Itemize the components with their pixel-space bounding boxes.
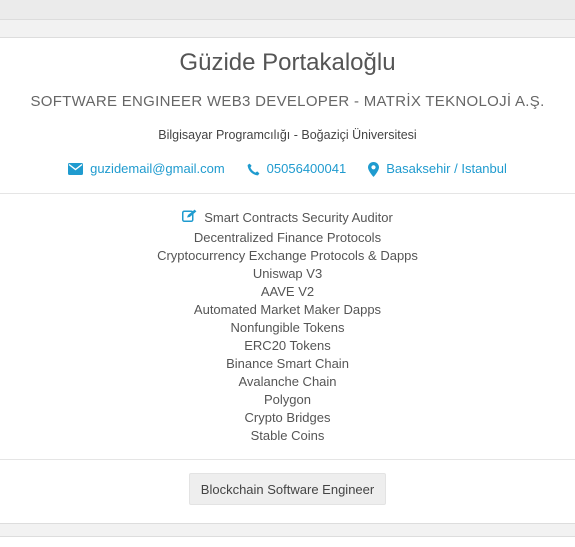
role-section: Blockchain Software Engineer: [0, 460, 575, 505]
role-button[interactable]: Blockchain Software Engineer: [188, 473, 387, 505]
next-card-edge: [0, 536, 575, 547]
skill-item: Automated Market Maker Dapps: [193, 302, 382, 317]
profile-title: SOFTWARE ENGINEER WEB3 DEVELOPER - MATRİ…: [30, 93, 545, 110]
contact-location-text: Basaksehir / Istanbul: [386, 161, 507, 176]
edit-icon: [182, 209, 197, 227]
contact-bar: guzidemail@gmail.com 05056400041 Basakse…: [0, 160, 575, 178]
phone-icon: [247, 163, 260, 176]
profile-header: Güzide Portakaloğlu SOFTWARE ENGINEER WE…: [0, 38, 575, 194]
profile-name: Güzide Portakaloğlu: [179, 49, 396, 76]
contact-phone-link[interactable]: 05056400041: [247, 160, 347, 178]
skill-item: Avalanche Chain: [238, 374, 337, 389]
skill-item: Polygon: [264, 392, 311, 407]
skills-section: Smart Contracts Security Auditor Decentr…: [0, 194, 575, 460]
skill-item: Binance Smart Chain: [226, 356, 349, 371]
contact-phone-text: 05056400041: [266, 161, 347, 176]
profile-education: Bilgisayar Programcılığı - Boğaziçi Üniv…: [158, 128, 417, 142]
skill-item: Uniswap V3: [252, 266, 323, 281]
skills-list: Decentralized Finance Protocols Cryptocu…: [0, 229, 575, 445]
map-marker-icon: [368, 161, 380, 177]
skill-item: AAVE V2: [260, 284, 315, 299]
skills-heading: Smart Contracts Security Auditor: [182, 209, 393, 227]
skill-item: Cryptocurrency Exchange Protocols & Dapp…: [157, 248, 418, 263]
skill-item: Crypto Bridges: [244, 410, 331, 425]
contact-email-text: guzidemail@gmail.com: [90, 161, 225, 176]
envelope-icon: [68, 163, 84, 175]
contact-location-link[interactable]: Basaksehir / Istanbul: [368, 160, 507, 178]
skill-item: Decentralized Finance Protocols: [193, 230, 382, 245]
skills-heading-text: Smart Contracts Security Auditor: [204, 210, 393, 225]
skill-item: Nonfungible Tokens: [230, 320, 345, 335]
skill-item: ERC20 Tokens: [244, 338, 331, 353]
skill-item: Stable Coins: [250, 428, 325, 443]
profile-card: Güzide Portakaloğlu SOFTWARE ENGINEER WE…: [0, 37, 575, 524]
contact-email-link[interactable]: guzidemail@gmail.com: [68, 160, 225, 178]
top-strip: [0, 0, 575, 20]
